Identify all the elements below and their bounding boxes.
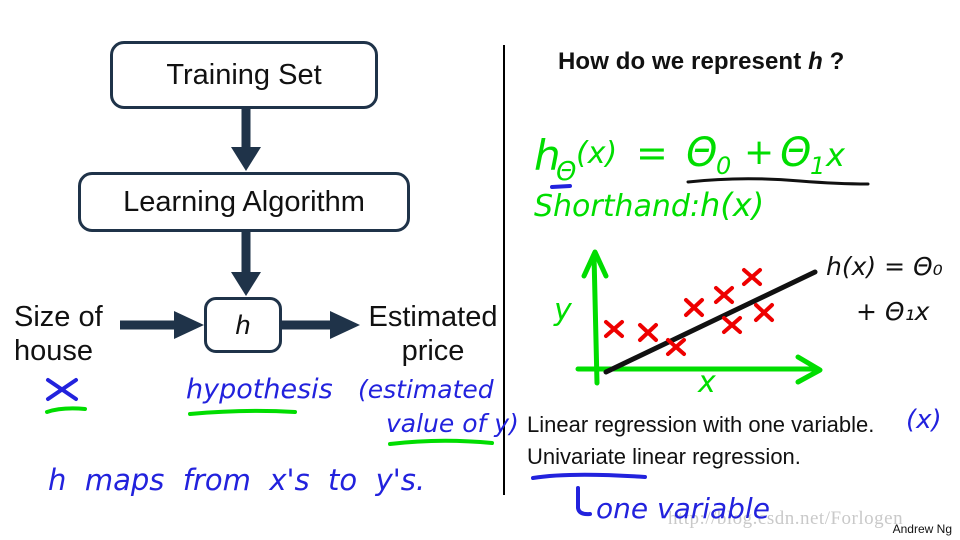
plot-data-point (722, 316, 742, 334)
plot-y-axis-label: y (553, 293, 573, 328)
training-set-box: Training Set (110, 41, 378, 109)
ink-mapping-note: h maps from x's to y's. (48, 463, 425, 497)
plot-data-point (714, 286, 734, 304)
page-title-suffix: ? (822, 48, 845, 75)
ink-equation-theta1: Θ (780, 130, 811, 176)
ink-underline-input-variable (45, 406, 87, 414)
ink-underline-rhs (686, 177, 870, 186)
ink-output-note-line2: value of y) (386, 409, 519, 438)
ink-output-note-line1: (estimated (358, 375, 494, 404)
ink-equation-plus: + (744, 132, 774, 173)
ink-equation-lhs-arg: (x) (576, 136, 617, 171)
page-title: How do we represent h ? (558, 48, 844, 76)
plot-data-point (684, 298, 704, 317)
ink-equation-equals: = (636, 131, 668, 175)
plot-data-point (638, 323, 658, 342)
panel-divider (503, 45, 505, 495)
hypothesis-box: h (204, 297, 282, 353)
ink-equation-theta0-subscript: 0 (716, 152, 731, 180)
plot-data-point (754, 303, 774, 322)
plot-data-point (666, 338, 686, 356)
ink-shorthand-value: h(x) (700, 186, 764, 224)
plot-x-axis-label: x (697, 365, 716, 400)
ink-underline-univariate (531, 472, 647, 480)
linear-regression-caption: Linear regression with one variable. (527, 412, 875, 437)
plot-data-points (604, 268, 774, 356)
input-label-line1: Size of (14, 301, 103, 333)
output-label: Estimated price (358, 300, 508, 368)
ink-equation-theta0: Θ (686, 130, 717, 176)
ink-superscript-note: (x) (906, 405, 942, 435)
output-label-line1: Estimated (368, 301, 498, 333)
ink-underline-output-note (388, 438, 494, 446)
learning-algorithm-box: Learning Algorithm (78, 172, 410, 232)
ink-equation: h Θ (x) = Θ 0 + Θ 1 x (534, 130, 846, 187)
page-title-prefix: How do we represent (558, 48, 809, 75)
ink-hypothesis-note: hypothesis (186, 374, 333, 405)
author-credit: Andrew Ng (892, 522, 952, 536)
arrow-training-to-learning (226, 109, 266, 173)
input-label-line2: house (14, 335, 94, 368)
arrow-hypothesis-to-output (282, 308, 362, 342)
ink-callout-hook (576, 486, 592, 517)
ink-underline-hypothesis (188, 408, 297, 416)
ink-equation-x: x (825, 136, 846, 174)
ink-equation-lhs: h (534, 131, 561, 180)
output-label-line2: price (401, 335, 465, 368)
plot-regression-line (603, 269, 818, 375)
page-title-variable: h (808, 48, 823, 75)
watermark: http://blog.csdn.net/Forlogen (668, 508, 904, 529)
plot-line-annotation-line2: + Θ₁x (856, 297, 930, 326)
arrow-learning-to-hypothesis (226, 232, 266, 298)
plot-data-point (742, 268, 762, 286)
univariate-regression-caption: Univariate linear regression. (527, 444, 801, 469)
ink-equation-theta1-subscript: 1 (810, 152, 825, 180)
ink-underline-theta-subscript (550, 184, 572, 189)
plot-line-annotation-line1: h(x) = Θ₀ (826, 252, 943, 281)
input-label: Size of house (14, 300, 134, 368)
plot-y-axis (581, 249, 609, 386)
plot-data-point (604, 320, 624, 338)
ink-equation-lhs-subscript: Θ (556, 157, 576, 187)
ink-input-variable (46, 378, 78, 401)
plot-x-axis (575, 354, 823, 385)
ink-shorthand-label: Shorthand: (534, 189, 700, 224)
slide-canvas: Training Set Learning Algorithm h Size o… (0, 0, 960, 540)
